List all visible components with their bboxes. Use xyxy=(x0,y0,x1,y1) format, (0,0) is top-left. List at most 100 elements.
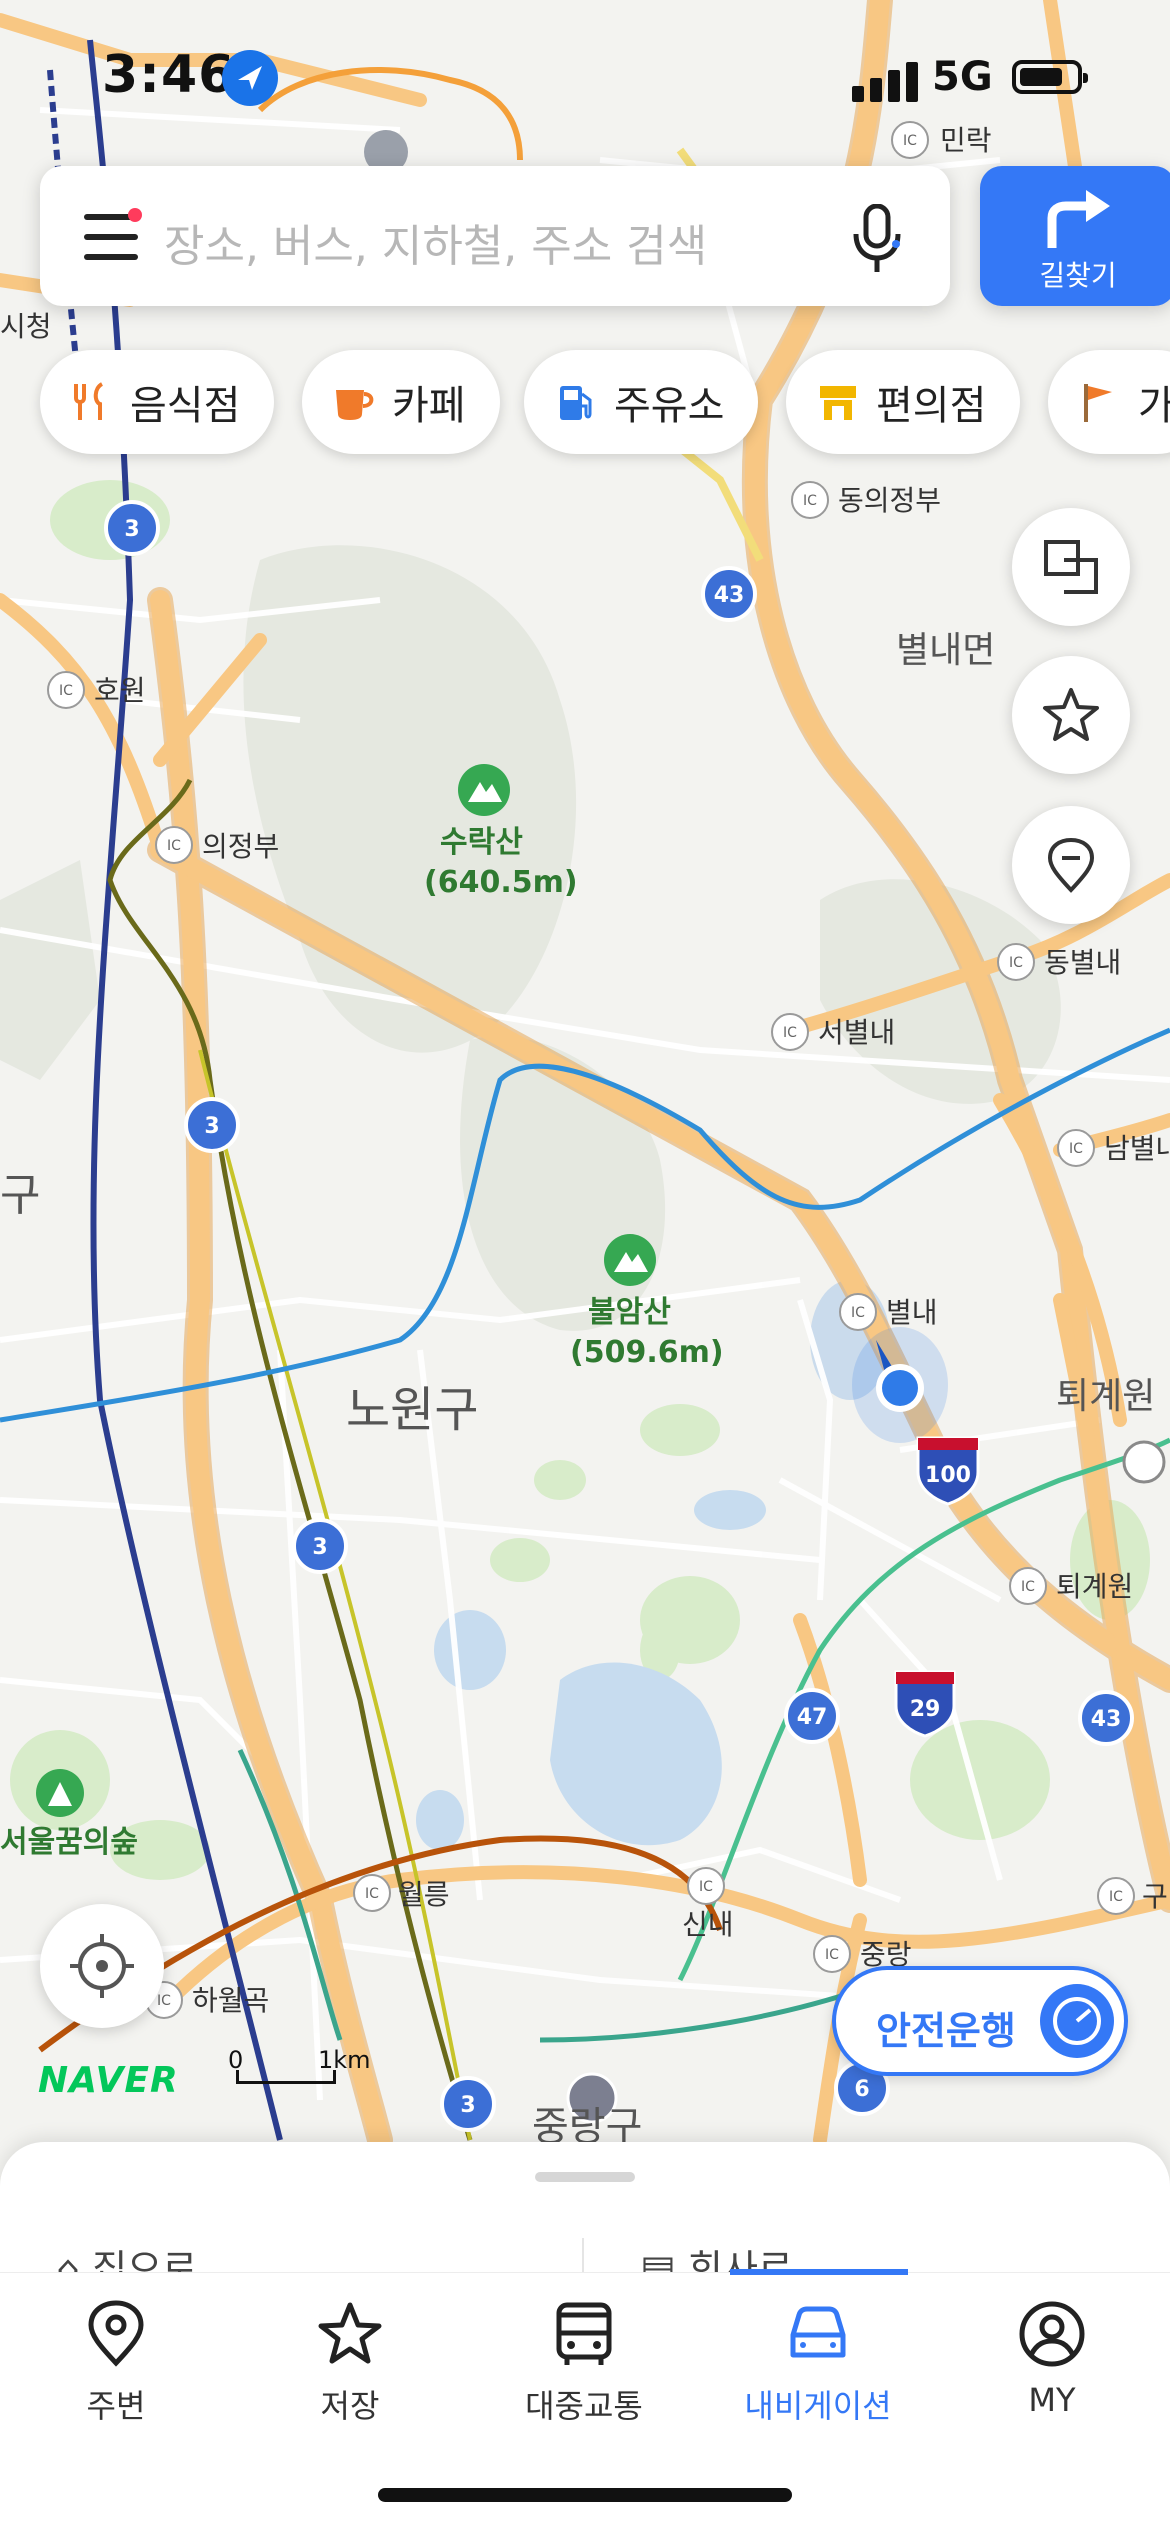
svg-text:IC: IC xyxy=(825,1947,839,1963)
tab-label: 내비게이션 xyxy=(744,2387,892,2425)
svg-text:IC: IC xyxy=(1069,1141,1083,1157)
svg-text:IC: IC xyxy=(1109,1889,1123,1905)
svg-text:IC: IC xyxy=(851,1305,865,1321)
map-place-label[interactable]: 민락 xyxy=(940,124,992,157)
naver-logo: NAVER xyxy=(38,2060,179,2101)
map-place-label[interactable]: 퇴계원 xyxy=(1056,1376,1155,1417)
menu-icon[interactable] xyxy=(84,208,142,260)
favorites-button[interactable] xyxy=(1012,656,1130,774)
safe-drive-label: 안전운행 xyxy=(876,2009,1016,2053)
chip-label: 가 xyxy=(1138,383,1170,429)
chip-label: 음식점 xyxy=(130,383,241,429)
safe-drive-button[interactable]: 안전운행 xyxy=(832,1966,1128,2076)
svg-text:IC: IC xyxy=(1009,955,1023,971)
map-place-label[interactable]: 월릉 xyxy=(398,1878,450,1911)
map-place-label[interactable]: 구 xyxy=(1142,1880,1168,1913)
route-number: 100 xyxy=(925,1463,971,1488)
location-pin-icon xyxy=(1047,837,1095,893)
svg-text:IC: IC xyxy=(167,838,181,854)
map-place-label[interactable]: 불암산 xyxy=(588,1295,671,1330)
gas-pump-icon xyxy=(560,386,592,420)
map-place-label[interactable]: 하월곡 xyxy=(192,1984,269,2017)
location-arrow-icon xyxy=(222,50,278,106)
layers-button[interactable] xyxy=(1012,508,1130,626)
map-place-label[interactable]: 노원구 xyxy=(346,1382,478,1438)
car-icon xyxy=(790,2306,846,2358)
network-type: 5G xyxy=(932,54,993,100)
chip-restaurant[interactable]: 음식점 xyxy=(40,350,275,454)
store-icon xyxy=(820,386,856,420)
star-icon xyxy=(318,2302,382,2364)
route-number: 29 xyxy=(910,1697,941,1722)
map-place-label[interactable]: 동의정부 xyxy=(838,484,941,517)
directions-button[interactable]: 길찾기 xyxy=(980,166,1170,306)
map-place-label[interactable]: 별내면 xyxy=(896,630,995,671)
status-time: 3:46 xyxy=(102,45,236,105)
tab-saved[interactable]: 저장 xyxy=(260,2299,440,2427)
map-place-label[interactable]: 별내 xyxy=(886,1296,938,1329)
map-place-label[interactable]: (640.5m) xyxy=(424,865,578,900)
my-location-button[interactable] xyxy=(40,1904,164,2028)
route-number: 3 xyxy=(460,2093,475,2118)
search-bar[interactable]: 장소, 버스, 지하철, 주소 검색 xyxy=(40,166,950,306)
map-scale: 0 1km xyxy=(228,2046,371,2086)
location-pin-icon xyxy=(88,2300,144,2367)
map-place-label[interactable]: 수락산 xyxy=(440,825,523,860)
directions-label: 길찾기 xyxy=(1039,259,1117,292)
bus-icon xyxy=(556,2302,612,2365)
coffee-cup-icon xyxy=(336,390,374,420)
map-place-label[interactable]: 신내 xyxy=(682,1908,734,1941)
chip-more[interactable]: 가 xyxy=(1048,350,1170,454)
flag-icon xyxy=(1084,384,1112,422)
svg-text:IC: IC xyxy=(699,1879,713,1895)
search-placeholder[interactable]: 장소, 버스, 지하철, 주소 검색 xyxy=(164,210,707,274)
tab-transit[interactable]: 대중교통 xyxy=(494,2299,674,2427)
map-place-label[interactable]: 호원 xyxy=(94,674,146,707)
route-number: 43 xyxy=(1091,1707,1122,1732)
map-place-label[interactable]: (509.6m) xyxy=(570,1335,724,1370)
sheet-handle[interactable] xyxy=(535,2172,635,2182)
tab-label: MY xyxy=(1028,2381,1076,2419)
place-pin-button[interactable] xyxy=(1012,806,1130,924)
chip-gas-station[interactable]: 주유소 xyxy=(524,350,759,454)
active-tab-indicator xyxy=(730,2269,908,2275)
profile-icon xyxy=(1019,2301,1085,2367)
scale-bar xyxy=(236,2070,336,2084)
tab-label: 대중교통 xyxy=(525,2387,643,2425)
svg-text:IC: IC xyxy=(157,1993,171,2009)
svg-text:IC: IC xyxy=(783,1025,797,1041)
notification-dot xyxy=(128,208,142,222)
route-number: 6 xyxy=(854,2077,869,2102)
svg-text:IC: IC xyxy=(59,683,73,699)
map-place-label[interactable]: 서울꿈의숲 xyxy=(0,1825,138,1860)
microphone-icon[interactable] xyxy=(852,204,902,274)
svg-text:IC: IC xyxy=(365,1886,379,1902)
speedometer-icon xyxy=(1040,1984,1114,2058)
star-icon xyxy=(1043,688,1099,741)
tab-label: 저장 xyxy=(320,2387,380,2425)
svg-text:IC: IC xyxy=(903,133,917,149)
map-place-label[interactable]: 구 xyxy=(0,1170,40,1221)
route-number: 47 xyxy=(797,1705,828,1730)
chip-cafe[interactable]: 카페 xyxy=(302,350,500,454)
map-place-label[interactable]: 동별내 xyxy=(1044,946,1121,979)
crosshair-icon xyxy=(70,1934,134,1998)
svg-text:IC: IC xyxy=(803,493,817,509)
chip-convenience-store[interactable]: 편의점 xyxy=(786,350,1021,454)
signal-icon xyxy=(852,62,918,102)
svg-text:IC: IC xyxy=(1021,1579,1035,1595)
chip-label: 편의점 xyxy=(876,383,987,429)
tab-my[interactable]: MY xyxy=(962,2299,1142,2419)
map-place-label[interactable]: 퇴계원 xyxy=(1056,1570,1133,1603)
route-number: 3 xyxy=(124,517,139,542)
map-place-label[interactable]: 남별내 xyxy=(1104,1132,1170,1165)
map-place-label[interactable]: 의정부 xyxy=(202,830,279,863)
map-place-label[interactable]: 시청 xyxy=(0,310,52,343)
map-place-label[interactable]: 서별내 xyxy=(818,1016,895,1049)
route-number: 3 xyxy=(312,1535,327,1560)
tab-navigation[interactable]: 내비게이션 xyxy=(728,2299,908,2427)
tab-nearby[interactable]: 주변 xyxy=(26,2299,206,2427)
turn-right-arrow-icon xyxy=(1047,190,1110,248)
chip-label: 주유소 xyxy=(614,383,725,429)
tab-label: 주변 xyxy=(86,2387,146,2425)
